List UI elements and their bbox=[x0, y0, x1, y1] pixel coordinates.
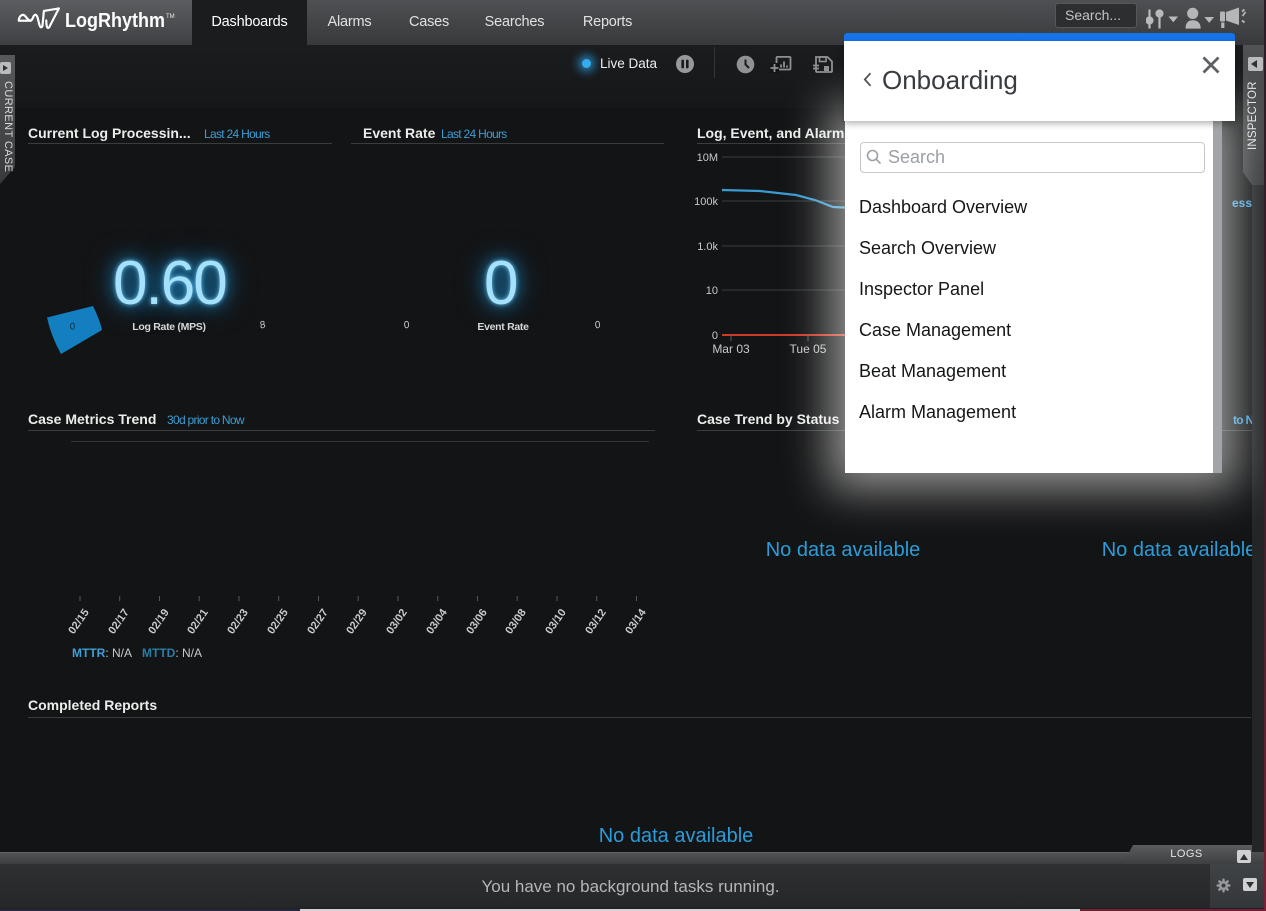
svg-text:Tue 05: Tue 05 bbox=[790, 342, 827, 356]
svg-text:10: 10 bbox=[706, 285, 718, 297]
svg-text:1.0k: 1.0k bbox=[697, 241, 718, 253]
svg-text:Mar 03: Mar 03 bbox=[712, 342, 750, 356]
svg-text:10M: 10M bbox=[697, 152, 718, 164]
svg-text:0: 0 bbox=[712, 330, 718, 342]
svg-text:100k: 100k bbox=[694, 196, 718, 208]
